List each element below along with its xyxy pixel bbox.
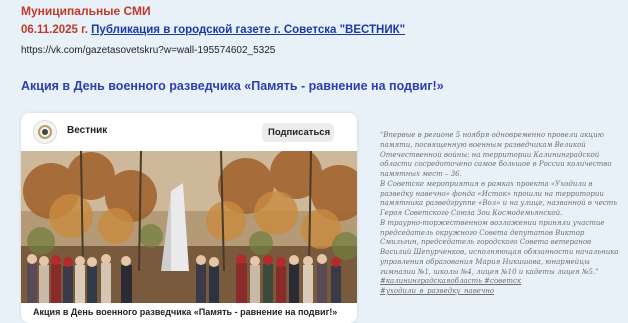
section-title: Муниципальные СМИ	[21, 4, 151, 18]
publication-date: 06.11.2025 г.	[21, 24, 88, 36]
hashtags-line[interactable]: #калининградскаяобласть #советск	[380, 277, 521, 285]
post-caption[interactable]: Акция в День военного разведчика «Память…	[33, 307, 337, 317]
channel-name[interactable]: Вестник	[67, 125, 107, 136]
publication-line: 06.11.2025 г. Публикация в городской газ…	[21, 24, 405, 36]
quote-paragraph: "Впервые в регионе 5 ноября одновременно…	[380, 131, 612, 178]
hashtag-link[interactable]: #уходили_в_разведку_навечно	[380, 287, 494, 295]
channel-avatar-icon[interactable]	[33, 120, 57, 144]
publication-link[interactable]: Публикация в городской газете г. Советск…	[91, 24, 405, 36]
quote-block: "Впервые в регионе 5 ноября одновременно…	[380, 131, 620, 297]
quote-paragraph: В траурно-торжественном возложении приня…	[380, 218, 619, 276]
subscribe-button[interactable]: Подписаться	[262, 123, 334, 142]
article-headline: Акция в День военного разведчика «Память…	[21, 79, 444, 93]
post-header: Вестник Подписаться	[21, 113, 357, 151]
quote-paragraph: В Советске мероприятия в рамках проекта …	[380, 179, 618, 217]
post-photo[interactable]	[21, 151, 357, 303]
vk-post-card[interactable]: Вестник Подписаться Акция в День военног…	[21, 113, 357, 323]
source-url[interactable]: https://vk.com/gazetasovetskru?w=wall-19…	[21, 45, 275, 56]
